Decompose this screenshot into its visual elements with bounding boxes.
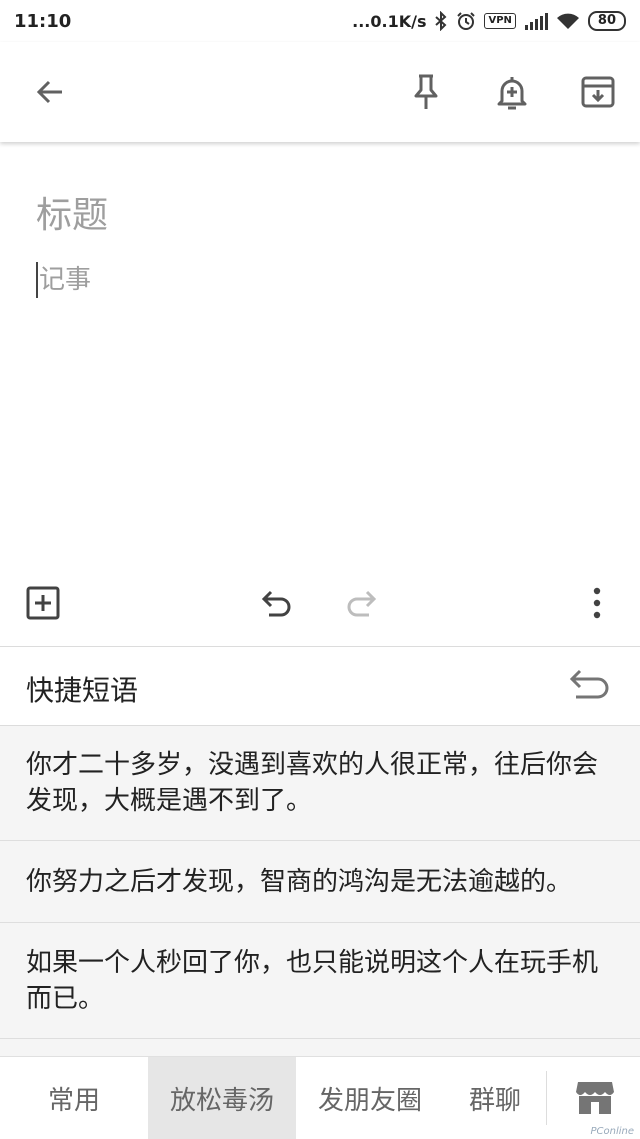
quick-phrase-text: 你才二十多岁，没遇到喜欢的人很正常，往后你会发现，大概是遇不到了。 xyxy=(26,749,599,816)
note-body-input[interactable]: 记事 xyxy=(36,262,91,298)
status-icons: ...0.1K/s VPN 80 xyxy=(352,11,626,31)
tab-moments[interactable]: 发朋友圈 xyxy=(296,1057,444,1139)
add-box-icon xyxy=(26,586,60,620)
bell-plus-icon xyxy=(496,73,528,111)
status-time: 11:10 xyxy=(14,10,72,32)
undo-button[interactable] xyxy=(254,580,300,626)
redo-icon xyxy=(345,588,377,618)
note-toolbar xyxy=(0,42,640,142)
tab-divider xyxy=(546,1071,547,1125)
status-bar: 11:10 ...0.1K/s VPN 80 xyxy=(0,0,640,42)
back-button[interactable] xyxy=(28,70,72,114)
quick-phrase-item[interactable]: 你努力之后才发现，智商的鸿沟是无法逾越的。 xyxy=(0,841,640,923)
arrow-left-icon xyxy=(34,76,66,108)
bluetooth-icon xyxy=(434,11,448,31)
tab-group-chat[interactable]: 群聊 xyxy=(444,1057,546,1139)
pin-button[interactable] xyxy=(404,70,448,114)
return-icon xyxy=(568,665,612,705)
tab-relax-soup[interactable]: 放松毒汤 xyxy=(148,1057,296,1139)
battery-indicator: 80 xyxy=(587,11,626,31)
more-vertical-icon xyxy=(592,587,602,619)
archive-icon xyxy=(581,75,615,109)
quick-phrase-header: 快捷短语 xyxy=(0,647,640,726)
quick-phrase-text: 如果一个人秒回了你，也只能说明这个人在玩手机而已。 xyxy=(26,947,599,1014)
quick-phrase-item[interactable]: 你才二十多岁，没遇到喜欢的人很正常，往后你会发现，大概是遇不到了。 xyxy=(0,725,640,841)
editor-action-bar xyxy=(0,570,640,636)
store-icon xyxy=(575,1080,615,1116)
pin-icon xyxy=(411,73,441,111)
quick-phrase-text: 你努力之后才发现，智商的鸿沟是无法逾越的。 xyxy=(26,866,573,897)
undo-icon xyxy=(261,588,293,618)
phrase-category-tabs: 常用 放松毒汤 发朋友圈 群聊 PConline xyxy=(0,1056,640,1139)
network-speed: ...0.1K/s xyxy=(352,11,427,31)
wifi-icon xyxy=(556,12,580,30)
archive-button[interactable] xyxy=(576,70,620,114)
reminder-button[interactable] xyxy=(490,70,534,114)
watermark: PConline xyxy=(590,1126,634,1137)
note-title-input[interactable]: 标题 xyxy=(36,186,108,238)
redo-button[interactable] xyxy=(338,580,384,626)
signal-icon xyxy=(524,12,548,30)
more-options-button[interactable] xyxy=(574,580,620,626)
quick-phrase-return-button[interactable] xyxy=(568,665,612,709)
add-content-button[interactable] xyxy=(20,580,66,626)
alarm-icon xyxy=(456,11,476,31)
vpn-badge: VPN xyxy=(484,13,516,29)
quick-phrase-title: 快捷短语 xyxy=(26,674,139,707)
tab-common[interactable]: 常用 xyxy=(0,1057,148,1139)
quick-phrase-item[interactable]: 如果一个人秒回了你，也只能说明这个人在玩手机而已。 xyxy=(0,923,640,1039)
